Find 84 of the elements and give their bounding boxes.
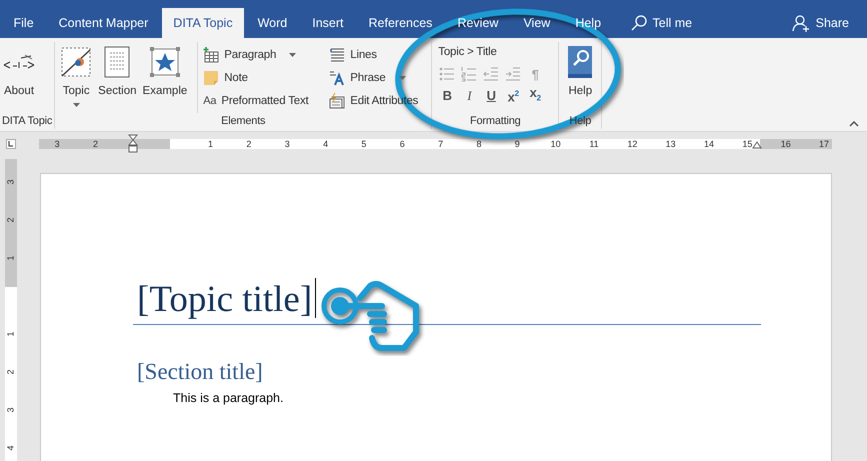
indent-marker-icon: [128, 134, 138, 154]
text-style-icon: [329, 70, 346, 86]
dita-logo-icon: [1, 53, 37, 71]
ruler-number: 12: [627, 139, 638, 149]
group-label: Formatting: [470, 114, 521, 129]
format-button[interactable]: B: [436, 86, 458, 106]
ruler-number: 2: [6, 370, 16, 374]
help-book-icon: [566, 45, 594, 79]
format-button[interactable]: I: [458, 86, 480, 106]
ruler-number: 1: [208, 139, 214, 149]
search-icon: [630, 15, 647, 31]
ribbon-button[interactable]: Example: [142, 42, 194, 113]
ruler-number: 1: [6, 256, 16, 260]
ruler-number: 15: [742, 139, 752, 149]
format-button[interactable]: x$_{2}$: [524, 86, 546, 106]
ruler-number: 10: [550, 139, 561, 149]
font-icon: Aa: [203, 95, 216, 107]
section-title: [Section title]: [137, 358, 263, 386]
ruler-number: 1: [6, 332, 16, 336]
example-icon: [148, 46, 181, 78]
ribbon-tab[interactable]: Help: [564, 8, 613, 38]
attributes-icon: [329, 93, 346, 109]
ruler-number: 14: [704, 139, 714, 149]
ruler-number: 3: [54, 139, 60, 149]
table-plus-icon: [203, 47, 220, 63]
ribbon-button[interactable]: Topic: [59, 42, 94, 113]
ribbon-tab[interactable]: File: [2, 8, 46, 38]
dropdown-caret-icon: [398, 76, 406, 80]
ruler-number: 8: [476, 139, 482, 149]
about-button[interactable]: About: [2, 42, 36, 113]
ruler-number: 3: [6, 180, 16, 184]
ruler-number: 6: [400, 139, 405, 149]
ruler-number: 16: [780, 139, 791, 149]
dropdown-caret-icon: [289, 53, 296, 57]
indent-icon: [505, 66, 522, 82]
ruler-number: 7: [438, 139, 444, 149]
ribbon-tab[interactable]: References: [357, 8, 444, 38]
help-button[interactable]: Help: [563, 42, 598, 113]
ruler-number: 4: [323, 139, 328, 149]
ruler-number: 3: [284, 139, 290, 149]
ribbon-tab[interactable]: Word: [246, 8, 299, 38]
tab-selector-icon: [6, 139, 16, 149]
format-button[interactable]: x$^{2}$: [502, 86, 524, 106]
lines-icon: [329, 47, 346, 63]
topic-title: [Topic title]: [137, 278, 312, 322]
outdent-icon: [483, 66, 500, 82]
ribbon-button[interactable]: Note: [203, 68, 324, 88]
ribbon-button[interactable]: Lines: [329, 45, 428, 65]
dropdown-caret-icon: [72, 103, 80, 107]
paragraph-text: This is a paragraph.: [173, 391, 284, 405]
ruler-number: 9: [514, 139, 520, 149]
ribbon-tab[interactable]: View: [512, 8, 562, 38]
element-path: Topic > Title: [437, 45, 498, 60]
numbered-list-icon: [461, 66, 478, 82]
ruler-number: 17: [819, 139, 830, 149]
ruler-number: 2: [246, 139, 252, 149]
ribbon-button[interactable]: Paragraph: [203, 45, 324, 65]
ribbon-button[interactable]: Phrase: [329, 68, 428, 88]
note-icon: [203, 70, 220, 86]
person-add-icon: [792, 14, 810, 32]
share-button[interactable]: Share: [816, 16, 849, 30]
ruler-number: 3: [6, 408, 16, 412]
format-button[interactable]: U: [480, 86, 502, 106]
group-label: Elements: [221, 114, 266, 129]
ruler-number: 2: [6, 218, 16, 222]
ribbon-button[interactable]: Section: [97, 42, 138, 113]
ruler-number: 11: [589, 139, 599, 149]
bullet-list-icon: [439, 66, 456, 82]
ruler-number: 5: [361, 139, 366, 149]
section-icon: [104, 46, 130, 78]
ribbon-tab[interactable]: Content Mapper: [47, 8, 160, 38]
tell-me-search[interactable]: Tell me: [652, 16, 692, 30]
ribbon-tab[interactable]: Insert: [300, 8, 355, 38]
ruler-number: 4: [6, 446, 16, 450]
topic-icon: [60, 46, 92, 78]
ruler-number: 13: [666, 139, 676, 149]
collapse-ribbon-icon: [849, 121, 859, 127]
ribbon-tab[interactable]: Review: [446, 8, 510, 38]
ruler-number: 2: [93, 139, 98, 149]
text-cursor: [315, 278, 316, 318]
ribbon-tab[interactable]: DITA Topic: [162, 8, 244, 38]
ribbon-button[interactable]: Aa Preformatted Text: [203, 91, 324, 111]
group-label: DITA Topic: [2, 114, 52, 129]
right-indent-marker-icon: [752, 141, 762, 149]
